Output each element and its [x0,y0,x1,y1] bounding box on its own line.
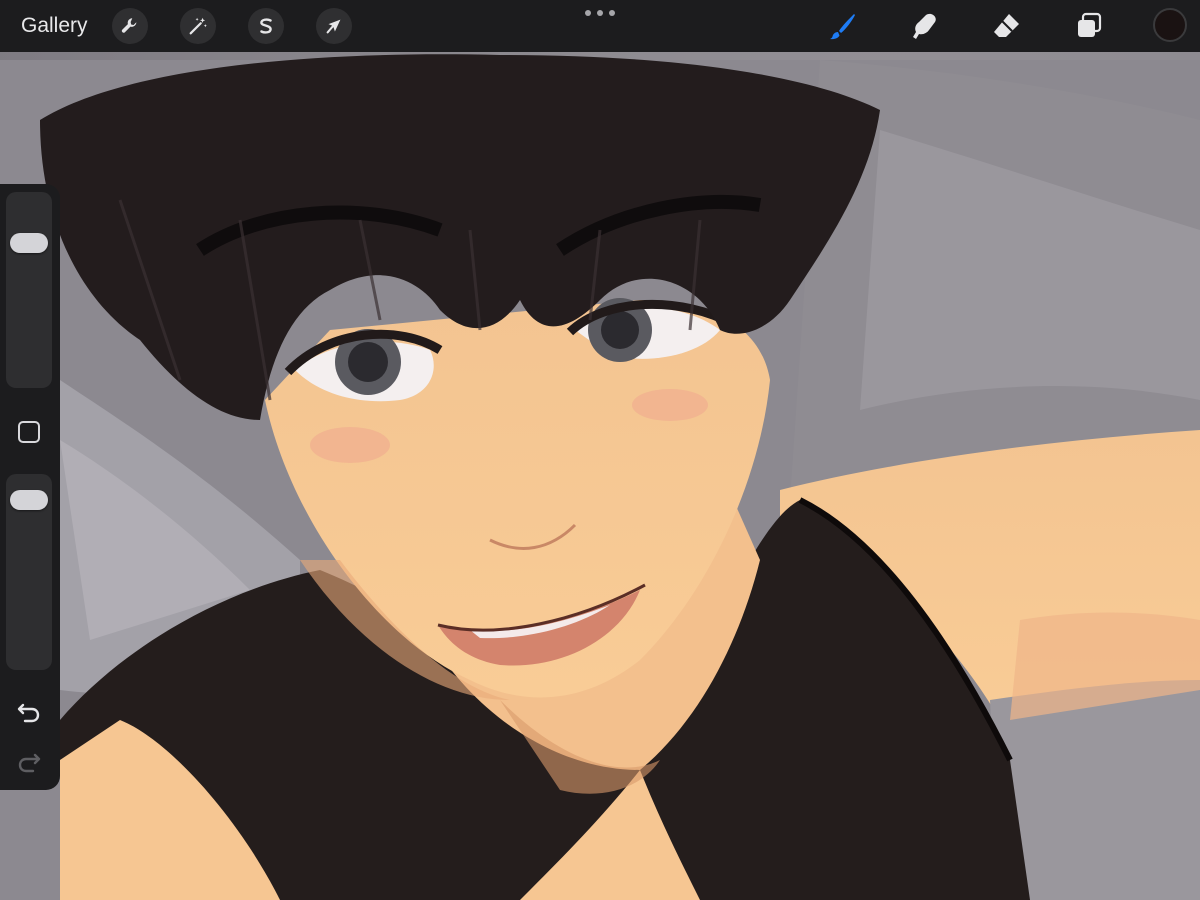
brush-size-slider[interactable] [6,192,52,388]
undo-icon [17,703,40,723]
color-swatch-button[interactable] [1153,8,1187,42]
left-sidebar [0,184,60,790]
brush-size-thumb[interactable] [10,232,48,253]
brush-tool-button[interactable] [826,9,860,43]
adjustments-button[interactable] [180,8,216,44]
drawing-canvas[interactable] [0,0,1200,900]
top-toolbar: Gallery [0,0,1200,52]
brush-icon [830,14,855,40]
modify-button[interactable] [16,419,42,445]
square-modify-icon [18,421,40,443]
arrow-cursor-icon [326,19,341,34]
selection-button[interactable] [248,8,284,44]
wrench-icon [121,18,137,33]
smudge-tool-button[interactable] [908,9,942,43]
layers-button[interactable] [1072,9,1106,43]
more-dots-icon[interactable] [585,6,615,20]
transform-button[interactable] [316,8,352,44]
gallery-button[interactable]: Gallery [21,11,88,41]
undo-button[interactable] [14,697,44,727]
layers-icon [1078,12,1102,37]
brush-opacity-slider[interactable] [6,474,52,670]
selection-s-icon [260,18,272,34]
redo-icon [18,753,41,773]
smudge-finger-icon [913,13,936,40]
eraser-tool-button[interactable] [990,9,1024,43]
eraser-icon [994,14,1019,37]
magic-wand-icon [189,17,207,35]
actions-button[interactable] [112,8,148,44]
redo-button[interactable] [14,747,44,777]
brush-opacity-thumb[interactable] [10,489,48,510]
